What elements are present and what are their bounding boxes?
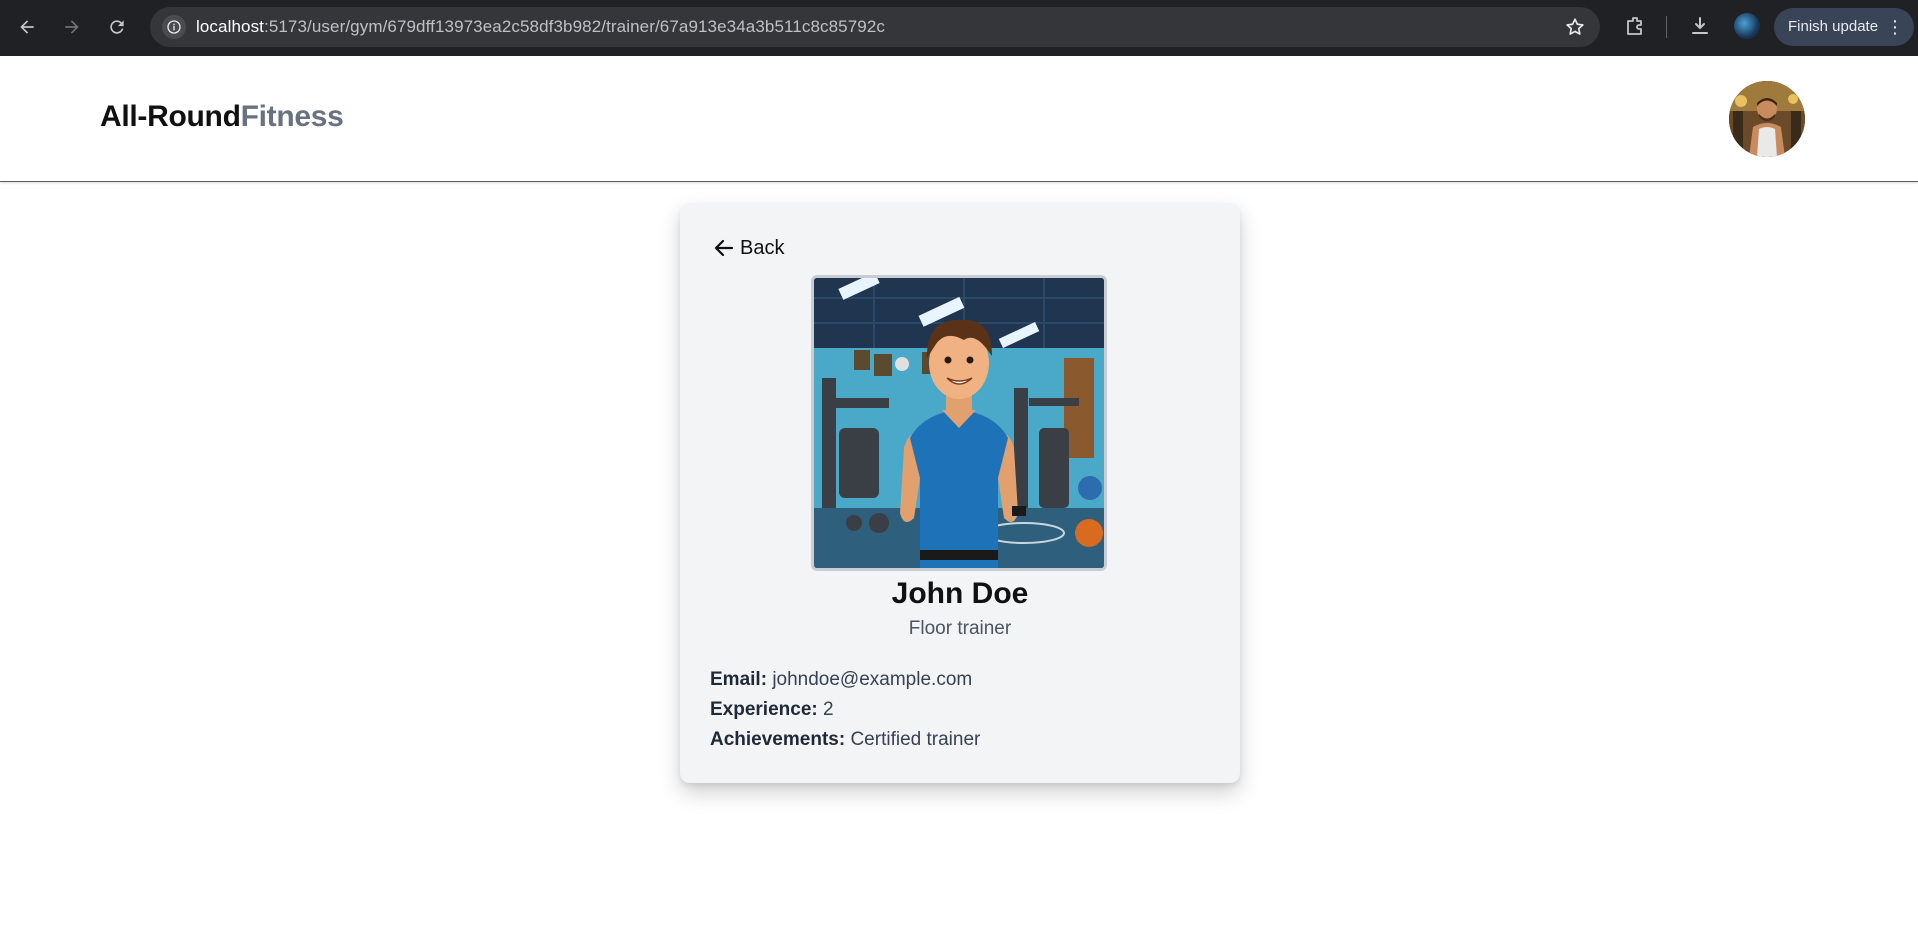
achievements-label: Achievements: <box>710 729 846 750</box>
experience-row: Experience: 2 <box>710 695 980 725</box>
finish-update-label: Finish update <box>1788 18 1879 35</box>
extensions-icon[interactable] <box>1623 14 1647 38</box>
experience-label: Experience: <box>710 699 818 720</box>
logo-secondary: Fitness <box>240 100 344 133</box>
bookmark-star-icon[interactable] <box>1564 16 1586 38</box>
site-info-icon[interactable] <box>162 15 186 39</box>
avatar-image <box>1729 81 1805 157</box>
browser-toolbar: localhost:5173/user/gym/679dff13973ea2c5… <box>0 0 1918 56</box>
trainer-name: John Doe <box>891 577 1029 610</box>
reload-icon[interactable] <box>100 10 134 44</box>
url-host: localhost <box>196 17 264 36</box>
download-icon[interactable] <box>1688 14 1712 38</box>
more-vert-icon[interactable]: ⋮ <box>1886 8 1904 46</box>
profile-icon[interactable] <box>1734 13 1760 39</box>
trainer-photo <box>811 275 1107 571</box>
trainer-role: Floor trainer <box>908 618 1012 639</box>
email-row: Email: johndoe@example.com <box>710 665 980 695</box>
trainer-details: Email: johndoe@example.com Experience: 2… <box>710 665 980 755</box>
arrow-left-icon <box>714 239 734 257</box>
logo[interactable]: All-RoundFitness <box>100 100 344 134</box>
forward-arrow-icon[interactable] <box>55 10 89 44</box>
trainer-card: Back John Doe Floor trainer Email: johnd… <box>680 203 1240 783</box>
email-label: Email: <box>710 669 768 690</box>
achievements-value: Certified trainer <box>850 729 981 750</box>
finish-update-button[interactable]: Finish update ⋮ <box>1774 8 1914 46</box>
toolbar-divider <box>1666 16 1667 38</box>
app-header: All-RoundFitness <box>0 56 1918 182</box>
url-text: localhost:5173/user/gym/679dff13973ea2c5… <box>196 7 885 47</box>
url-path: :5173/user/gym/679dff13973ea2c58df3b982/… <box>264 17 885 36</box>
email-value: johndoe@example.com <box>772 669 973 690</box>
achievements-row: Achievements: Certified trainer <box>710 725 980 755</box>
address-bar[interactable]: localhost:5173/user/gym/679dff13973ea2c5… <box>150 7 1600 47</box>
logo-primary: All-Round <box>100 100 241 133</box>
back-button[interactable]: Back <box>712 236 784 260</box>
back-arrow-icon[interactable] <box>10 10 44 44</box>
user-avatar[interactable] <box>1729 81 1805 157</box>
trainer-illustration <box>814 278 1104 568</box>
back-label: Back <box>740 236 785 259</box>
experience-value: 2 <box>823 699 834 720</box>
